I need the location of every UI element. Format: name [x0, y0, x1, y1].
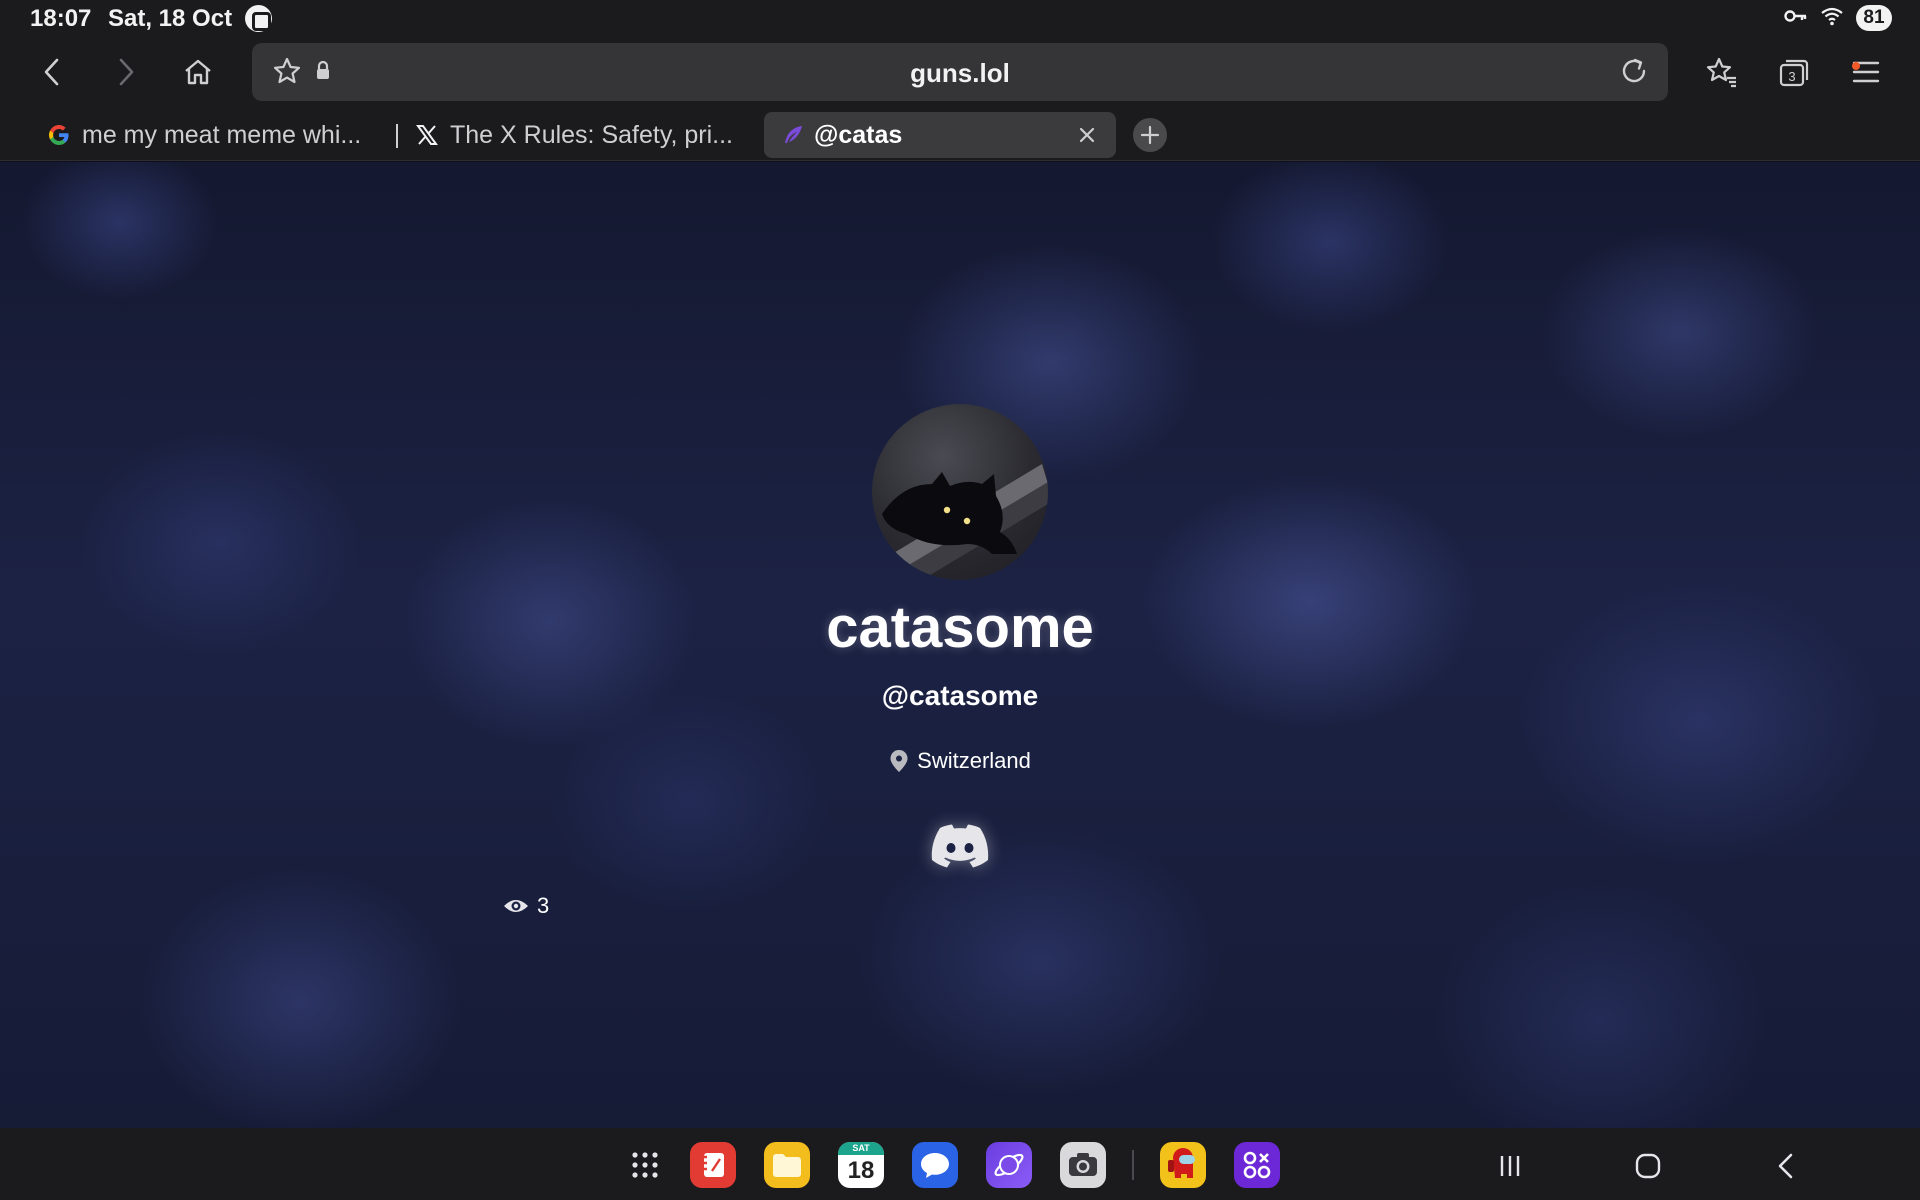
wifi-icon — [1820, 6, 1844, 31]
screen-record-icon — [245, 5, 272, 32]
app-grid-icon — [632, 1152, 658, 1178]
calendar-app-icon[interactable]: SAT 18 — [838, 1142, 884, 1188]
camera-app-icon[interactable] — [1060, 1142, 1106, 1188]
tab-title: @catas — [814, 120, 903, 149]
back-nav-icon — [1778, 1153, 1793, 1179]
tab-google[interactable]: me my meat meme whi... — [46, 112, 376, 158]
close-tab-icon[interactable] — [1074, 122, 1100, 148]
tab-title: me my meat meme whi... — [82, 120, 362, 149]
vpn-key-icon — [1784, 8, 1808, 29]
tab-catas-active[interactable]: @catas — [764, 112, 1116, 158]
chevron-right-icon — [119, 58, 134, 86]
profile-location: Switzerland — [0, 748, 1920, 774]
recents-icon — [1500, 1156, 1520, 1176]
status-date: Sat, 18 Oct — [108, 5, 233, 32]
battery-indicator: 81 — [1856, 5, 1892, 31]
plus-icon — [1140, 125, 1160, 145]
browser-toolbar: guns.lol 3 — [0, 36, 1920, 108]
location-pin-icon — [890, 750, 908, 772]
profile-handle: @catasome — [881, 680, 1039, 711]
home-nav-icon — [1635, 1153, 1661, 1179]
address-bar[interactable]: guns.lol — [252, 43, 1668, 101]
chevron-left-icon — [44, 58, 59, 86]
avatar — [872, 404, 1048, 580]
profile-page: catasome @catasome Switzerland 3 — [0, 162, 1920, 1128]
status-bar: 18:07 Sat, 18 Oct 81 — [0, 0, 1920, 36]
eye-icon — [504, 900, 528, 912]
tab-count: 3 — [1788, 69, 1795, 84]
tabs-button[interactable]: 3 — [1772, 50, 1816, 94]
discord-icon — [931, 824, 989, 868]
notification-dot — [1852, 62, 1860, 70]
home-button[interactable] — [176, 50, 220, 94]
profile-display-name: catasome — [826, 595, 1094, 660]
calendar-weekday: SAT — [838, 1142, 884, 1155]
tab-title: The X Rules: Safety, pri... — [450, 120, 733, 149]
location-text: Switzerland — [917, 748, 1031, 773]
good-lock-app-icon[interactable] — [1234, 1142, 1280, 1188]
home-nav-button[interactable] — [1628, 1146, 1668, 1186]
bookmarks-star-list-icon — [1706, 57, 1736, 88]
new-tab-button[interactable] — [1133, 118, 1167, 152]
system-taskbar: SAT 18 — [0, 1128, 1920, 1200]
among-us-app-icon[interactable] — [1160, 1142, 1206, 1188]
view-count: 3 — [537, 893, 550, 918]
my-files-app-icon[interactable] — [764, 1142, 810, 1188]
tab-divider — [396, 124, 398, 148]
calendar-day: 18 — [847, 1157, 875, 1184]
notes-app-icon[interactable] — [690, 1142, 736, 1188]
x-logo-icon — [414, 122, 440, 148]
view-counter: 3 — [503, 893, 549, 919]
bookmarks-button[interactable] — [1700, 50, 1744, 94]
discord-link[interactable] — [929, 822, 991, 870]
url-text: guns.lol — [910, 58, 1010, 88]
app-drawer-button[interactable] — [622, 1142, 668, 1188]
forward-button[interactable] — [104, 50, 148, 94]
black-cat-avatar-image — [882, 464, 1048, 580]
tabs-icon: 3 — [1779, 59, 1809, 87]
menu-button[interactable] — [1844, 50, 1888, 94]
taskbar-divider — [1132, 1150, 1134, 1180]
internet-browser-app-icon[interactable] — [986, 1142, 1032, 1188]
tab-x-rules[interactable]: The X Rules: Safety, pri... — [414, 112, 754, 158]
messages-app-icon[interactable] — [912, 1142, 958, 1188]
back-nav-button[interactable] — [1766, 1146, 1806, 1186]
recents-button[interactable] — [1490, 1146, 1530, 1186]
reload-icon[interactable] — [1618, 55, 1650, 92]
google-icon — [46, 122, 72, 148]
status-time: 18:07 — [30, 5, 92, 32]
home-icon — [185, 59, 211, 85]
back-button[interactable] — [30, 50, 74, 94]
feather-icon — [780, 122, 806, 148]
status-icons: 81 — [1784, 3, 1892, 33]
tab-strip: me my meat meme whi... The X Rules: Safe… — [0, 108, 1920, 161]
